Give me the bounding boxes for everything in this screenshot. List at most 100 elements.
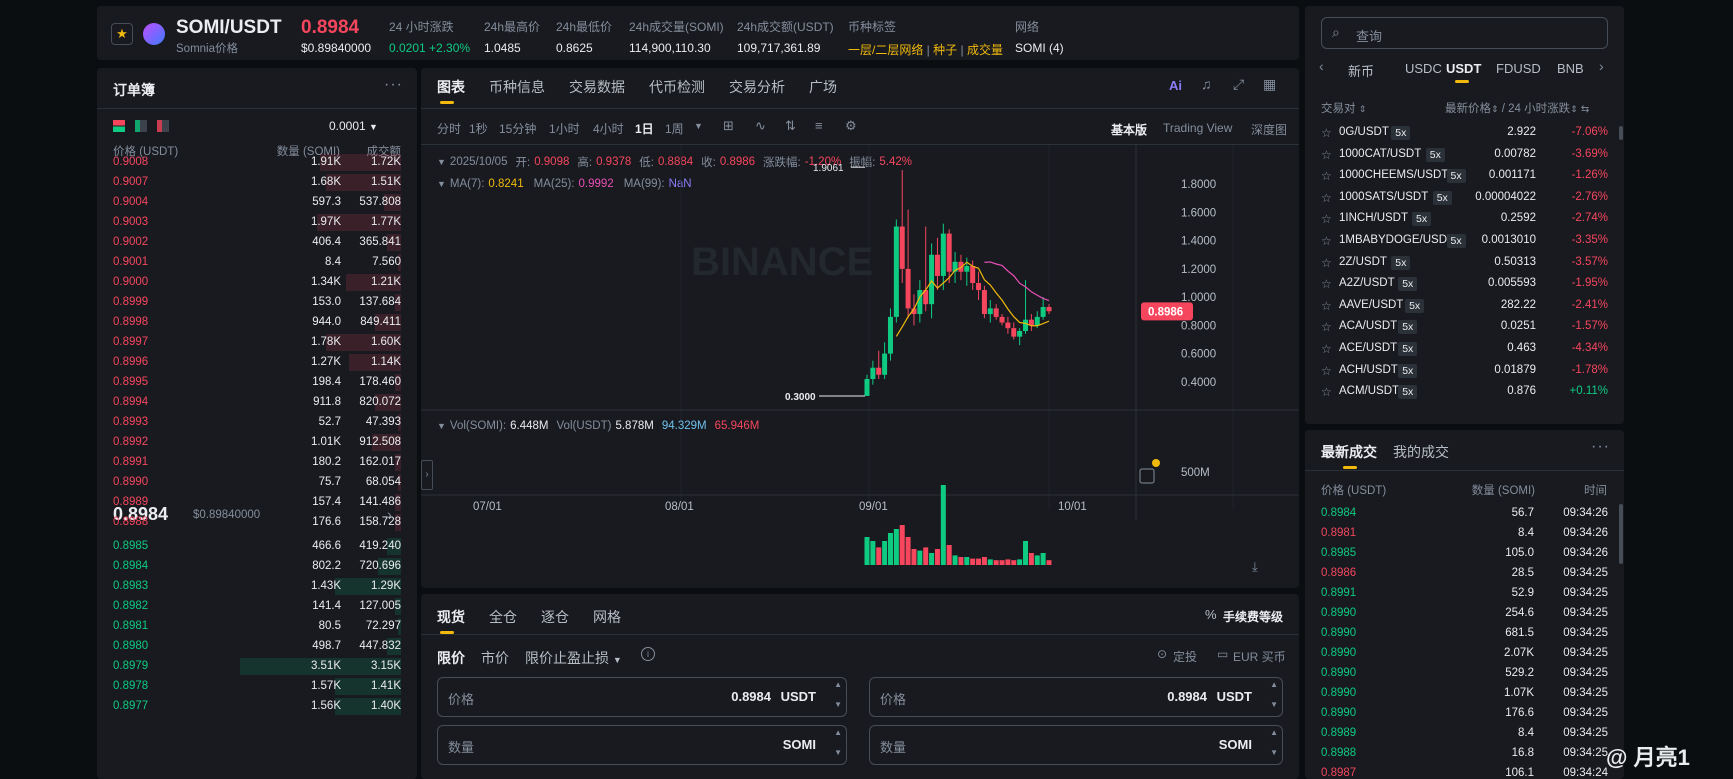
stat-network[interactable]: 网络 SOMI (4) <box>1015 18 1064 55</box>
fee-level-link[interactable]: 手续费等级 <box>1223 608 1283 625</box>
tab-market-trades[interactable]: 最新成交 <box>1321 442 1377 462</box>
candle-type-icon[interactable]: ⊞ <box>723 118 734 134</box>
chevron-right-icon[interactable]: › <box>1599 58 1604 74</box>
order-book-row[interactable]: 0.8999 153.0 137.684 <box>97 292 417 312</box>
order-book-row[interactable]: 0.9008 1.91K 1.72K <box>97 152 417 172</box>
market-row[interactable]: ☆ 1000SATS/USDT 5x 0.00004022 -2.76% <box>1305 186 1624 210</box>
view-both-icon[interactable] <box>113 120 125 132</box>
tab-trading-data[interactable]: 交易数据 <box>569 77 625 97</box>
buy-price-input[interactable]: 价格 0.8984 USDT ▲ ▼ <box>437 677 847 717</box>
market-row[interactable]: ☆ AAVE/USDT 5x 282.22 -2.41% <box>1305 294 1624 318</box>
symbol-title[interactable]: SOMI/USDT <box>176 17 282 39</box>
bell-icon[interactable]: ♫ <box>1201 76 1212 92</box>
order-type-market[interactable]: 市价 <box>481 648 509 668</box>
settings-gear-icon[interactable]: ⚙ <box>845 118 857 134</box>
order-book-row[interactable]: 0.8994 911.8 820.072 <box>97 392 417 412</box>
star-icon[interactable]: ☆ <box>1321 364 1332 378</box>
interval-option[interactable]: 1秒 <box>469 120 488 137</box>
order-book-row[interactable]: 0.8993 52.7 47.393 <box>97 412 417 432</box>
market-row[interactable]: ☆ ACA/USDT 5x 0.0251 -1.57% <box>1305 315 1624 339</box>
search-input[interactable]: ⌕ 查询 <box>1321 17 1608 49</box>
market-row[interactable]: ☆ 1000CAT/USDT 5x 0.00782 -3.69% <box>1305 143 1624 167</box>
fullscreen-icon[interactable]: ⤢ <box>1233 76 1244 93</box>
candlestick-chart[interactable]: BINANCE 1.8000 1.6000 1.4000 1.2000 1.0000 0.8… <box>421 145 1299 588</box>
scrollbar[interactable] <box>1619 126 1623 140</box>
chevron-down-icon[interactable]: ▼ <box>694 121 703 131</box>
tab-square[interactable]: 广场 <box>809 77 837 97</box>
compare-icon[interactable]: ⇅ <box>785 118 796 134</box>
star-icon[interactable]: ☆ <box>1321 234 1332 248</box>
stepper-down-icon[interactable]: ▼ <box>834 700 842 709</box>
market-row[interactable]: ☆ A2Z/USDT 5x 0.005593 -1.95% <box>1305 272 1624 296</box>
order-book-row[interactable]: 0.8979 3.51K 3.15K <box>97 656 417 676</box>
stepper-up-icon[interactable]: ▲ <box>1270 680 1278 689</box>
col-price-header[interactable]: 最新价格⇕ / 24 小时涨跌⇕ ⇆ <box>1445 100 1589 116</box>
sell-qty-input[interactable]: 数量 SOMI ▲ ▼ <box>869 725 1283 765</box>
interval-option[interactable]: 1小时 <box>549 120 580 137</box>
order-book-row[interactable]: 0.8984 802.2 720.696 <box>97 556 417 576</box>
order-book-row[interactable]: 0.9002 406.4 365.841 <box>97 232 417 252</box>
card-icon[interactable]: ▭ <box>1217 647 1228 661</box>
view-depth[interactable]: 深度图 <box>1251 121 1287 138</box>
view-bids-icon[interactable] <box>135 120 147 132</box>
tag-item[interactable]: 一层/二层网络 <box>848 43 923 57</box>
star-icon[interactable]: ☆ <box>1321 299 1332 313</box>
order-book-row[interactable]: 0.9000 1.34K 1.21K <box>97 272 417 292</box>
order-book-row[interactable]: 0.9004 597.3 537.808 <box>97 192 417 212</box>
order-book-row[interactable]: 0.9007 1.68K 1.51K <box>97 172 417 192</box>
order-book-row[interactable]: 0.8977 1.56K 1.40K <box>97 696 417 716</box>
star-icon[interactable]: ☆ <box>1321 385 1332 399</box>
tab-spot[interactable]: 现货 <box>437 607 465 627</box>
more-options-icon[interactable]: ··· <box>1591 438 1610 456</box>
tab-trade-analysis[interactable]: 交易分析 <box>729 77 785 97</box>
layout-grid-icon[interactable]: ▦ <box>1263 76 1276 93</box>
stepper-down-icon[interactable]: ▼ <box>1270 748 1278 757</box>
tab-token-check[interactable]: 代币检测 <box>649 77 705 97</box>
market-tab-new[interactable]: 新币 <box>1348 61 1374 80</box>
market-row[interactable]: ☆ 0G/USDT 5x 2.922 -7.06% <box>1305 121 1624 145</box>
order-book-row[interactable]: 0.8978 1.57K 1.41K <box>97 676 417 696</box>
buy-qty-input[interactable]: 数量 SOMI ▲ ▼ <box>437 725 847 765</box>
interval-option[interactable]: 分时 <box>437 120 461 137</box>
market-tab-usdt[interactable]: USDT <box>1446 61 1481 76</box>
tag-item[interactable]: 成交量 <box>967 43 1003 57</box>
order-book-row[interactable]: 0.8998 944.0 849.411 <box>97 312 417 332</box>
stepper-up-icon[interactable]: ▲ <box>1270 728 1278 737</box>
market-row[interactable]: ☆ ACE/USDT 5x 0.463 -4.34% <box>1305 337 1624 361</box>
tab-cross-margin[interactable]: 全仓 <box>489 607 517 627</box>
scrollbar[interactable] <box>1619 504 1623 564</box>
order-type-stop-limit[interactable]: 限价止盈止损 ▼ <box>525 648 622 668</box>
alert-note-icon[interactable] <box>1139 468 1155 484</box>
star-icon[interactable]: ☆ <box>1321 212 1332 226</box>
ai-icon[interactable]: Ai <box>1169 78 1182 93</box>
market-row[interactable]: ☆ ACM/USDT 5x 0.876 +0.11% <box>1305 380 1624 404</box>
market-row[interactable]: ☆ 1000CHEEMS/USDT 5x 0.001171 -1.26% <box>1305 164 1624 188</box>
market-row[interactable]: ☆ 1MBABYDOGE/USDT 5x 0.0013010 -3.35% <box>1305 229 1624 253</box>
interval-option[interactable]: 15分钟 <box>499 120 536 137</box>
drawing-icon[interactable]: ≡ <box>815 118 823 133</box>
order-book-row[interactable]: 0.8985 466.6 419.240 <box>97 536 417 556</box>
interval-option[interactable]: 4小时 <box>593 120 624 137</box>
stepper-up-icon[interactable]: ▲ <box>834 680 842 689</box>
star-icon[interactable]: ☆ <box>1321 277 1332 291</box>
stepper-up-icon[interactable]: ▲ <box>834 728 842 737</box>
toggle-column-icon[interactable]: ⇆ <box>1581 104 1589 115</box>
order-book-row[interactable]: 0.8997 1.78K 1.60K <box>97 332 417 352</box>
market-tab-fdusd[interactable]: FDUSD <box>1496 61 1541 76</box>
view-tradingview[interactable]: Trading View <box>1163 121 1232 135</box>
order-book-row[interactable]: 0.8991 180.2 162.017 <box>97 452 417 472</box>
order-book-row[interactable]: 0.8990 75.7 68.054 <box>97 472 417 492</box>
view-basic[interactable]: 基本版 <box>1111 121 1147 138</box>
more-options-icon[interactable]: ··· <box>384 76 403 94</box>
order-book-row[interactable]: 0.9003 1.97K 1.77K <box>97 212 417 232</box>
order-book-row[interactable]: 0.8988 176.6 158.728 <box>97 512 417 532</box>
tab-my-trades[interactable]: 我的成交 <box>1393 442 1449 462</box>
scale-reset-icon[interactable]: ⤓ <box>1252 559 1258 575</box>
star-icon[interactable]: ☆ <box>1321 320 1332 334</box>
order-book-row[interactable]: 0.8995 198.4 178.460 <box>97 372 417 392</box>
star-icon[interactable]: ☆ <box>1321 342 1332 356</box>
market-row[interactable]: ☆ ACH/USDT 5x 0.01879 -1.78% <box>1305 359 1624 383</box>
star-icon[interactable]: ☆ <box>1321 148 1332 162</box>
symbol-subtitle[interactable]: Somnia价格 <box>176 40 238 56</box>
star-icon[interactable]: ☆ <box>1321 256 1332 270</box>
